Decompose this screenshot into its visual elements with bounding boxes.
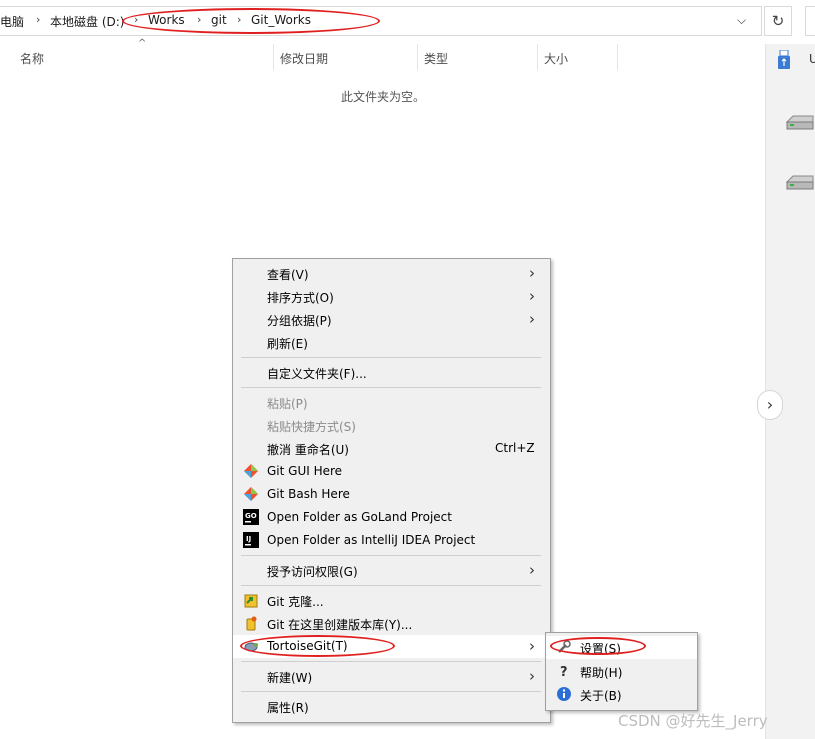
tortoisegit-icon	[244, 642, 258, 652]
menu-item-group-by[interactable]: 分组依据(P) ›	[233, 308, 550, 331]
svg-text:IJ: IJ	[246, 535, 251, 543]
breadcrumb-git[interactable]: git	[211, 13, 227, 27]
menu-item-new[interactable]: 新建(W) ›	[233, 665, 550, 688]
menu-item-open-goland[interactable]: GO Open Folder as GoLand Project	[233, 506, 550, 529]
hard-drive-icon[interactable]	[785, 172, 815, 192]
menu-separator	[241, 555, 541, 556]
chevron-right-icon[interactable]: ›	[757, 390, 783, 420]
breadcrumb-separator-icon: ›	[134, 13, 139, 26]
menu-separator	[241, 585, 541, 586]
svg-text:GO: GO	[245, 512, 257, 520]
refresh-icon[interactable]: ↻	[764, 6, 792, 36]
menu-separator	[241, 357, 541, 358]
menu-item-git-clone[interactable]: Git 克隆...	[233, 589, 550, 612]
git-gui-icon	[244, 464, 258, 478]
column-header-type[interactable]: 类型	[424, 50, 448, 67]
menu-item-properties[interactable]: 属性(R)	[233, 695, 550, 718]
menu-item-sort-by[interactable]: 排序方式(O) ›	[233, 285, 550, 308]
address-bar[interactable]: 电脑 › 本地磁盘 (D:) › Works › git › Git_Works…	[0, 6, 762, 36]
goland-icon: GO	[243, 509, 259, 525]
empty-folder-message: 此文件夹为空。	[341, 90, 426, 104]
column-divider[interactable]	[417, 44, 418, 70]
menu-item-paste-shortcut[interactable]: 粘贴快捷方式(S)	[233, 414, 550, 437]
column-divider[interactable]	[537, 44, 538, 70]
menu-separator	[241, 691, 541, 692]
svg-text:?: ?	[560, 665, 568, 679]
tortoisegit-submenu: 设置(S) ? 帮助(H) 关于(B)	[545, 632, 698, 711]
chevron-right-icon: ›	[529, 561, 535, 579]
submenu-item-settings[interactable]: 设置(S)	[546, 636, 697, 659]
git-clone-icon	[244, 594, 258, 608]
settings-wrench-icon	[558, 640, 571, 653]
menu-item-git-create-repo[interactable]: Git 在这里创建版本库(Y)...	[233, 612, 550, 635]
usb-drive-icon[interactable]	[777, 50, 791, 70]
sort-ascending-icon: ^	[138, 38, 147, 49]
chevron-right-icon: ›	[529, 287, 535, 305]
hard-drive-icon[interactable]	[785, 112, 815, 132]
intellij-icon: IJ	[243, 532, 259, 548]
menu-separator	[241, 387, 541, 388]
breadcrumb-separator-icon: ›	[36, 13, 41, 26]
menu-item-undo-rename[interactable]: 撤消 重命名(U) Ctrl+Z	[233, 437, 550, 460]
usb-drive-label[interactable]: U	[809, 52, 815, 66]
git-create-repo-icon	[246, 616, 257, 631]
shortcut-label: Ctrl+Z	[495, 441, 535, 455]
breadcrumb-drive-d[interactable]: 本地磁盘 (D:)	[50, 13, 124, 30]
breadcrumb-git-works[interactable]: Git_Works	[251, 13, 311, 27]
breadcrumb-separator-icon: ›	[237, 13, 242, 26]
breadcrumb-works[interactable]: Works	[148, 13, 185, 27]
menu-item-git-gui-here[interactable]: Git GUI Here	[233, 460, 550, 483]
menu-item-paste[interactable]: 粘贴(P)	[233, 391, 550, 414]
menu-item-grant-access[interactable]: 授予访问权限(G) ›	[233, 559, 550, 582]
column-header-modified[interactable]: 修改日期	[280, 50, 328, 67]
column-header-name[interactable]: 名称	[20, 50, 44, 67]
menu-item-refresh[interactable]: 刷新(E)	[233, 331, 550, 354]
search-box[interactable]	[805, 6, 815, 36]
context-menu: 查看(V) › 排序方式(O) › 分组依据(P) › 刷新(E) 自定义文件夹…	[232, 258, 551, 723]
menu-item-tortoisegit[interactable]: TortoiseGit(T) ›	[233, 635, 550, 658]
git-bash-icon	[244, 487, 258, 501]
chevron-right-icon: ›	[529, 667, 535, 685]
info-icon	[557, 687, 571, 701]
chevron-down-icon[interactable]: ⌵	[737, 13, 746, 28]
watermark: CSDN @好先生_Jerry	[618, 712, 768, 730]
column-header-size[interactable]: 大小	[544, 50, 568, 67]
breadcrumb-this-pc[interactable]: 电脑	[0, 13, 24, 30]
help-icon: ?	[560, 665, 568, 679]
menu-item-customize-folder[interactable]: 自定义文件夹(F)...	[233, 361, 550, 384]
submenu-item-help[interactable]: ? 帮助(H)	[546, 660, 697, 683]
chevron-right-icon: ›	[529, 637, 535, 655]
column-divider[interactable]	[273, 44, 274, 70]
submenu-item-about[interactable]: 关于(B)	[546, 683, 697, 706]
menu-item-git-bash-here[interactable]: Git Bash Here	[233, 483, 550, 506]
chevron-right-icon: ›	[529, 310, 535, 328]
chevron-right-icon: ›	[529, 264, 535, 282]
menu-separator	[241, 661, 541, 662]
menu-item-view[interactable]: 查看(V) ›	[233, 262, 550, 285]
column-divider[interactable]	[617, 44, 618, 70]
breadcrumb-separator-icon: ›	[197, 13, 202, 26]
menu-item-open-intellij[interactable]: IJ Open Folder as IntelliJ IDEA Project	[233, 529, 550, 552]
